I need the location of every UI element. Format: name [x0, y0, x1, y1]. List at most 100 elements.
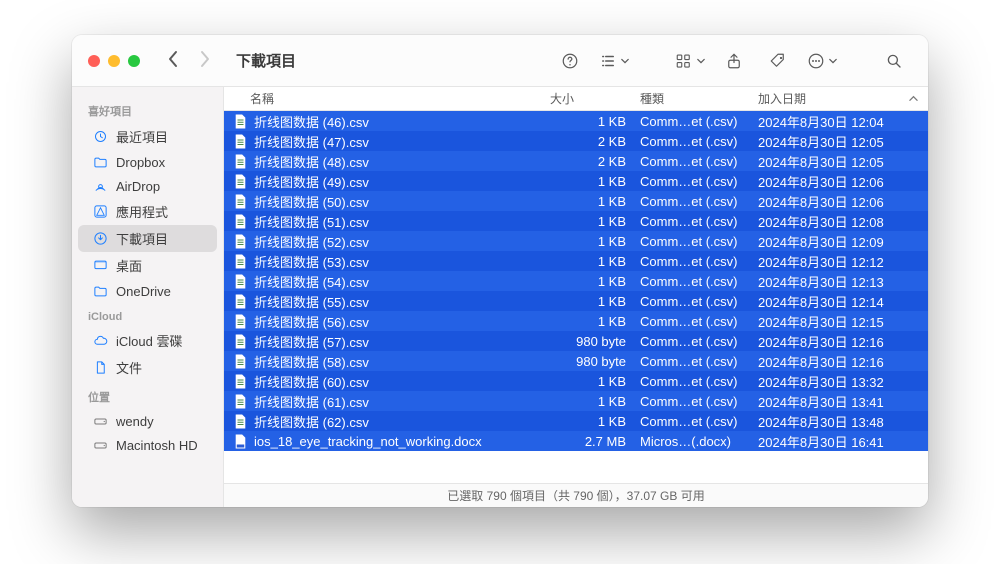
sidebar-item[interactable]: Macintosh HD — [78, 433, 217, 457]
file-row[interactable]: 折线图数据 (49).csv1 KBComm…et (.csv)2024年8月3… — [224, 171, 928, 191]
file-row[interactable]: 折线图数据 (56).csv1 KBComm…et (.csv)2024年8月3… — [224, 311, 928, 331]
sidebar-section-label: 喜好項目 — [72, 95, 223, 123]
file-size: 1 KB — [550, 194, 640, 209]
file-name: 折线图数据 (54).csv — [254, 272, 550, 291]
file-row[interactable]: 折线图数据 (62).csv1 KBComm…et (.csv)2024年8月3… — [224, 411, 928, 431]
sidebar-item[interactable]: 最近項目 — [78, 123, 217, 150]
file-size: 1 KB — [550, 254, 640, 269]
sidebar-item-label: 最近項目 — [116, 127, 168, 146]
titlebar: 下載項目 — [72, 35, 928, 87]
column-size[interactable]: 大小 — [550, 90, 640, 107]
search-button[interactable] — [876, 47, 912, 75]
file-kind: Comm…et (.csv) — [640, 334, 758, 349]
file-row[interactable]: 折线图数据 (58).csv980 byteComm…et (.csv)2024… — [224, 351, 928, 371]
file-date: 2024年8月30日 13:48 — [758, 412, 928, 431]
file-size: 1 KB — [550, 374, 640, 389]
file-row[interactable]: 折线图数据 (61).csv1 KBComm…et (.csv)2024年8月3… — [224, 391, 928, 411]
file-icon — [232, 333, 248, 349]
clock-icon — [92, 129, 108, 145]
column-date[interactable]: 加入日期 — [758, 90, 928, 107]
file-row[interactable]: 折线图数据 (50).csv1 KBComm…et (.csv)2024年8月3… — [224, 191, 928, 211]
sidebar-item-label: OneDrive — [116, 284, 171, 299]
file-list[interactable]: 折线图数据 (46).csv1 KBComm…et (.csv)2024年8月3… — [224, 111, 928, 483]
view-mode-list-button[interactable] — [596, 47, 632, 75]
sidebar-section-label: 位置 — [72, 381, 223, 409]
file-name: 折线图数据 (51).csv — [254, 212, 550, 231]
sidebar-item[interactable]: 應用程式 — [78, 198, 217, 225]
file-size: 1 KB — [550, 234, 640, 249]
file-size: 1 KB — [550, 414, 640, 429]
file-row[interactable]: 折线图数据 (48).csv2 KBComm…et (.csv)2024年8月3… — [224, 151, 928, 171]
sidebar-item[interactable]: OneDrive — [78, 279, 217, 303]
share-button[interactable] — [716, 47, 752, 75]
column-name[interactable]: 名稱 — [250, 90, 550, 107]
file-kind: Comm…et (.csv) — [640, 234, 758, 249]
file-icon — [232, 113, 248, 129]
sidebar-item-label: wendy — [116, 414, 154, 429]
close-window-button[interactable] — [88, 55, 100, 67]
file-icon — [232, 313, 248, 329]
file-size: 1 KB — [550, 294, 640, 309]
file-icon — [232, 433, 248, 449]
file-row[interactable]: 折线图数据 (52).csv1 KBComm…et (.csv)2024年8月3… — [224, 231, 928, 251]
file-row[interactable]: 折线图数据 (46).csv1 KBComm…et (.csv)2024年8月3… — [224, 111, 928, 131]
file-row[interactable]: 折线图数据 (47).csv2 KBComm…et (.csv)2024年8月3… — [224, 131, 928, 151]
sidebar-item-label: 文件 — [116, 358, 142, 377]
minimize-window-button[interactable] — [108, 55, 120, 67]
file-name: 折线图数据 (49).csv — [254, 172, 550, 191]
chevron-down-icon — [827, 53, 837, 68]
file-name: 折线图数据 (52).csv — [254, 232, 550, 251]
sidebar-item-label: AirDrop — [116, 179, 160, 194]
file-name: 折线图数据 (58).csv — [254, 352, 550, 371]
file-date: 2024年8月30日 12:06 — [758, 192, 928, 211]
window-title: 下載項目 — [236, 50, 296, 71]
file-icon — [232, 353, 248, 369]
file-row[interactable]: 折线图数据 (55).csv1 KBComm…et (.csv)2024年8月3… — [224, 291, 928, 311]
file-icon — [232, 413, 248, 429]
help-button[interactable] — [552, 47, 588, 75]
back-button[interactable] — [166, 50, 180, 71]
file-row[interactable]: ios_18_eye_tracking_not_working.docx2.7 … — [224, 431, 928, 451]
tags-button[interactable] — [760, 47, 796, 75]
file-row[interactable]: 折线图数据 (57).csv980 byteComm…et (.csv)2024… — [224, 331, 928, 351]
file-row[interactable]: 折线图数据 (51).csv1 KBComm…et (.csv)2024年8月3… — [224, 211, 928, 231]
sidebar-item-label: iCloud 雲碟 — [116, 331, 182, 350]
file-row[interactable]: 折线图数据 (60).csv1 KBComm…et (.csv)2024年8月3… — [224, 371, 928, 391]
file-date: 2024年8月30日 12:15 — [758, 312, 928, 331]
sidebar-item-label: Dropbox — [116, 155, 165, 170]
doc-icon — [92, 360, 108, 376]
file-name: 折线图数据 (47).csv — [254, 132, 550, 151]
file-date: 2024年8月30日 12:16 — [758, 332, 928, 351]
zoom-window-button[interactable] — [128, 55, 140, 67]
file-row[interactable]: 折线图数据 (53).csv1 KBComm…et (.csv)2024年8月3… — [224, 251, 928, 271]
file-row[interactable]: 折线图数据 (54).csv1 KBComm…et (.csv)2024年8月3… — [224, 271, 928, 291]
file-size: 1 KB — [550, 274, 640, 289]
sidebar-item-label: Macintosh HD — [116, 438, 198, 453]
action-menu-button[interactable] — [804, 47, 840, 75]
nav-arrows — [166, 50, 212, 71]
sidebar-item[interactable]: 下載項目 — [78, 225, 217, 252]
file-date: 2024年8月30日 12:05 — [758, 152, 928, 171]
sidebar-section-label: iCloud — [72, 303, 223, 327]
forward-button[interactable] — [198, 50, 212, 71]
sidebar-item[interactable]: wendy — [78, 409, 217, 433]
column-kind[interactable]: 種類 — [640, 90, 758, 107]
sidebar-item[interactable]: iCloud 雲碟 — [78, 327, 217, 354]
sidebar-item[interactable]: 桌面 — [78, 252, 217, 279]
file-icon — [232, 193, 248, 209]
sidebar-item[interactable]: 文件 — [78, 354, 217, 381]
file-icon — [232, 253, 248, 269]
folder-icon — [92, 283, 108, 299]
file-size: 2 KB — [550, 134, 640, 149]
file-icon — [232, 173, 248, 189]
apps-icon — [92, 204, 108, 220]
file-icon — [232, 233, 248, 249]
cloud-icon — [92, 333, 108, 349]
sidebar-item[interactable]: AirDrop — [78, 174, 217, 198]
sidebar-item[interactable]: Dropbox — [78, 150, 217, 174]
sort-indicator-icon — [909, 92, 918, 106]
group-by-button[interactable] — [672, 47, 708, 75]
file-name: 折线图数据 (50).csv — [254, 192, 550, 211]
file-name: 折线图数据 (48).csv — [254, 152, 550, 171]
file-size: 1 KB — [550, 394, 640, 409]
